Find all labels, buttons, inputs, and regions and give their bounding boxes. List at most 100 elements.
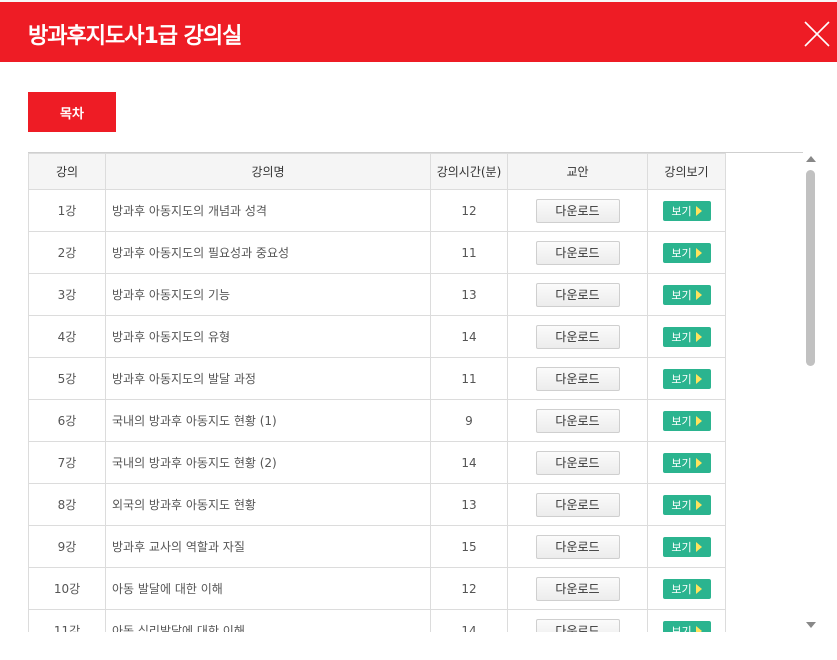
lecture-title: 아동 심리발달에 대한 이해 [105,609,431,632]
view-cell: 보기 [647,231,726,274]
table-row: 5강 방과후 아동지도의 발달 과정 11 다운로드 보기 [28,357,726,400]
page-title: 방과후지도사1급 강의실 [28,24,242,49]
download-button[interactable]: 다운로드 [535,618,620,632]
table-row: 2강 방과후 아동지도의 필요성과 중요성 11 다운로드 보기 [28,231,726,274]
download-button[interactable]: 다운로드 [535,366,620,391]
view-button[interactable]: 보기 [662,242,711,263]
lecture-title: 국내의 방과후 아동지도 현황 (2) [105,441,431,484]
lecture-table-container: 강의 강의명 강의시간(분) 교안 강의보기 1강 방과후 아동지도의 개념과 성… [28,152,803,632]
view-button[interactable]: 보기 [662,452,711,473]
download-button[interactable]: 다운로드 [535,492,620,517]
play-icon [695,415,702,426]
view-cell: 보기 [647,525,726,568]
lecture-minutes: 11 [430,231,508,274]
view-button[interactable]: 보기 [662,536,711,557]
play-icon [695,541,702,552]
play-icon [695,289,702,300]
view-button[interactable]: 보기 [662,200,711,221]
view-button-label: 보기 [671,372,692,386]
lecture-title: 외국의 방과후 아동지도 현황 [105,483,431,526]
col-header-minutes: 강의시간(분) [430,153,508,190]
download-button[interactable]: 다운로드 [535,576,620,601]
view-button-label: 보기 [671,246,692,260]
close-icon[interactable] [803,20,831,48]
scroll-down-arrow-icon[interactable] [806,622,816,628]
modal-header: 방과후지도사1급 강의실 [0,0,837,62]
view-button[interactable]: 보기 [662,326,711,347]
lecture-title: 국내의 방과후 아동지도 현황 (1) [105,399,431,442]
lecture-number: 3강 [28,273,106,316]
view-cell: 보기 [647,315,726,358]
download-button[interactable]: 다운로드 [535,282,620,307]
lecture-title: 방과후 아동지도의 유형 [105,315,431,358]
lecture-number: 11강 [28,609,106,632]
lecture-title: 방과후 아동지도의 필요성과 중요성 [105,231,431,274]
col-header-view: 강의보기 [647,153,726,190]
table-row: 8강 외국의 방과후 아동지도 현황 13 다운로드 보기 [28,483,726,526]
table-row: 10강 아동 발달에 대한 이해 12 다운로드 보기 [28,567,726,610]
table-row: 4강 방과후 아동지도의 유형 14 다운로드 보기 [28,315,726,358]
lecture-title: 방과후 교사의 역할과 자질 [105,525,431,568]
handout-cell: 다운로드 [507,483,648,526]
play-icon [695,583,702,594]
download-button[interactable]: 다운로드 [535,324,620,349]
handout-cell: 다운로드 [507,399,648,442]
lecture-title: 아동 발달에 대한 이해 [105,567,431,610]
play-icon [695,247,702,258]
view-button[interactable]: 보기 [662,620,711,633]
lecture-number: 5강 [28,357,106,400]
view-cell: 보기 [647,609,726,633]
lecture-minutes: 12 [430,567,508,610]
handout-cell: 다운로드 [507,357,648,400]
scroll-thumb[interactable] [806,170,815,366]
toc-button[interactable]: 목차 [28,92,116,132]
view-cell: 보기 [647,567,726,610]
download-button[interactable]: 다운로드 [535,408,620,433]
view-button-label: 보기 [671,288,692,302]
lecture-number: 9강 [28,525,106,568]
view-button-label: 보기 [671,204,692,218]
scrollbar[interactable] [803,152,818,632]
handout-cell: 다운로드 [507,189,648,232]
view-button[interactable]: 보기 [662,368,711,389]
table-row: 1강 방과후 아동지도의 개념과 성격 12 다운로드 보기 [28,189,726,232]
play-icon [695,625,702,632]
view-button-label: 보기 [671,624,692,633]
lecture-title: 방과후 아동지도의 발달 과정 [105,357,431,400]
play-icon [695,205,702,216]
view-button[interactable]: 보기 [662,410,711,431]
col-header-handout: 교안 [507,153,648,190]
download-button[interactable]: 다운로드 [535,198,620,223]
table-row: 9강 방과후 교사의 역할과 자질 15 다운로드 보기 [28,525,726,568]
table-row: 11강 아동 심리발달에 대한 이해 14 다운로드 보기 [28,609,726,633]
view-button[interactable]: 보기 [662,284,711,305]
lecture-number: 6강 [28,399,106,442]
scroll-up-arrow-icon[interactable] [806,156,816,162]
lecture-minutes: 14 [430,609,508,632]
lecture-minutes: 14 [430,315,508,358]
handout-cell: 다운로드 [507,567,648,610]
lecture-number: 8강 [28,483,106,526]
lecture-number: 4강 [28,315,106,358]
handout-cell: 다운로드 [507,525,648,568]
view-cell: 보기 [647,273,726,316]
view-button[interactable]: 보기 [662,578,711,599]
handout-cell: 다운로드 [507,273,648,316]
play-icon [695,499,702,510]
lecture-number: 7강 [28,441,106,484]
lecture-number: 10강 [28,567,106,610]
view-cell: 보기 [647,399,726,442]
table-row: 6강 국내의 방과후 아동지도 현황 (1) 9 다운로드 보기 [28,399,726,442]
download-button[interactable]: 다운로드 [535,450,620,475]
play-icon [695,331,702,342]
play-icon [695,373,702,384]
view-button-label: 보기 [671,330,692,344]
view-cell: 보기 [647,189,726,232]
handout-cell: 다운로드 [507,609,648,632]
view-button[interactable]: 보기 [662,494,711,515]
col-header-num: 강의 [28,153,106,190]
lecture-minutes: 14 [430,441,508,484]
download-button[interactable]: 다운로드 [535,240,620,265]
download-button[interactable]: 다운로드 [535,534,620,559]
view-cell: 보기 [647,483,726,526]
